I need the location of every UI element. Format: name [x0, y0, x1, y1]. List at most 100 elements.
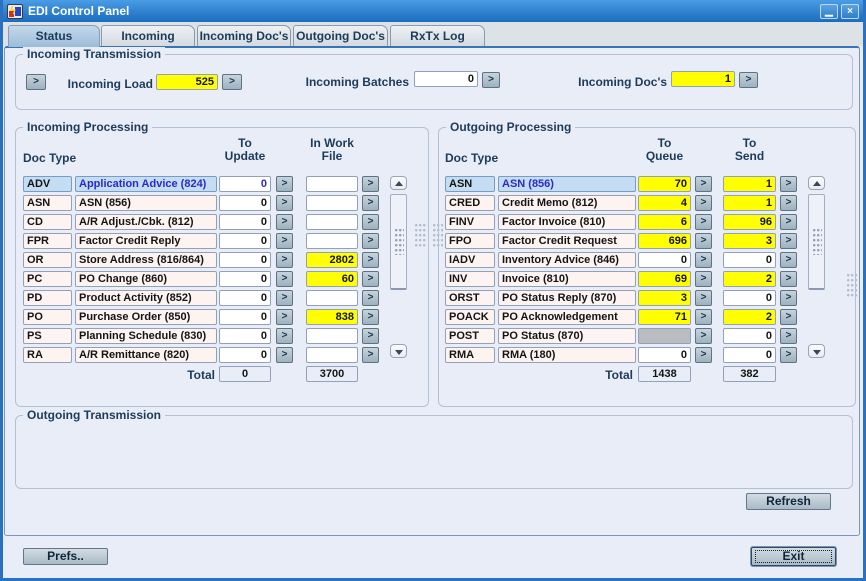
to-send-field[interactable]: 0	[723, 328, 776, 344]
to-send-field[interactable]: 1	[723, 176, 776, 192]
to-update-field[interactable]: 0	[219, 195, 271, 211]
doc-type-code-field[interactable]: PO	[23, 309, 72, 325]
in-work-file-drill-button[interactable]: >	[362, 214, 379, 230]
in-work-file-drill-button[interactable]: >	[362, 290, 379, 306]
to-send-field[interactable]: 96	[723, 214, 776, 230]
to-update-drill-button[interactable]: >	[276, 290, 293, 306]
to-queue-field[interactable]: 69	[638, 271, 691, 287]
to-update-drill-button[interactable]: >	[276, 233, 293, 249]
to-send-drill-button[interactable]: >	[780, 252, 797, 268]
outgoing-scroll-down-button[interactable]	[808, 344, 825, 358]
doc-type-desc-field[interactable]: PO Status (870)	[498, 328, 636, 344]
to-send-field[interactable]: 3	[723, 233, 776, 249]
tab-status[interactable]: Status	[8, 25, 100, 47]
to-queue-field[interactable]: 0	[638, 347, 691, 363]
doc-type-desc-field[interactable]: Invoice (810)	[498, 271, 636, 287]
to-update-drill-button[interactable]: >	[276, 328, 293, 344]
doc-type-code-field[interactable]: POST	[445, 328, 495, 344]
in-work-file-drill-button[interactable]: >	[362, 271, 379, 287]
doc-type-desc-field[interactable]: Credit Memo (812)	[498, 195, 636, 211]
in-work-file-drill-button[interactable]: >	[362, 252, 379, 268]
close-button[interactable]: ×	[841, 4, 859, 19]
in-work-file-field[interactable]: 838	[306, 309, 358, 325]
to-queue-field[interactable]	[638, 328, 691, 344]
to-update-field[interactable]: 0	[219, 252, 271, 268]
tab-rxtx-log[interactable]: RxTx Log	[390, 25, 485, 46]
to-update-drill-button[interactable]: >	[276, 214, 293, 230]
prefs-button[interactable]: Prefs..	[23, 548, 108, 565]
doc-type-code-field[interactable]: PD	[23, 290, 72, 306]
to-send-field[interactable]: 2	[723, 309, 776, 325]
doc-type-desc-field[interactable]: Purchase Order (850)	[75, 309, 217, 325]
title-bar[interactable]: ϟ EDI Control Panel ▁ ×	[3, 0, 863, 22]
outgoing-scroll-up-button[interactable]	[808, 176, 825, 190]
doc-type-desc-field[interactable]: ASN (856)	[498, 176, 636, 192]
to-send-drill-button[interactable]: >	[780, 214, 797, 230]
to-update-drill-button[interactable]: >	[276, 252, 293, 268]
doc-type-code-field[interactable]: POACK	[445, 309, 495, 325]
doc-type-desc-field[interactable]: Inventory Advice (846)	[498, 252, 636, 268]
to-send-drill-button[interactable]: >	[780, 176, 797, 192]
doc-type-desc-field[interactable]: PO Acknowledgement	[498, 309, 636, 325]
in-work-file-field[interactable]	[306, 328, 358, 344]
doc-type-desc-field[interactable]: Factor Credit Reply	[75, 233, 217, 249]
minimize-button[interactable]: ▁	[820, 4, 838, 19]
to-update-field[interactable]: 0	[219, 309, 271, 325]
to-queue-drill-button[interactable]: >	[695, 328, 712, 344]
doc-type-desc-field[interactable]: PO Status Reply (870)	[498, 290, 636, 306]
doc-type-code-field[interactable]: OR	[23, 252, 72, 268]
to-queue-drill-button[interactable]: >	[695, 195, 712, 211]
to-update-drill-button[interactable]: >	[276, 309, 293, 325]
to-queue-field[interactable]: 4	[638, 195, 691, 211]
to-update-field[interactable]: 0	[219, 347, 271, 363]
to-update-field[interactable]: 0	[219, 271, 271, 287]
to-send-field[interactable]: 2	[723, 271, 776, 287]
doc-type-desc-field[interactable]: Factor Credit Request	[498, 233, 636, 249]
to-send-drill-button[interactable]: >	[780, 233, 797, 249]
doc-type-code-field[interactable]: RMA	[445, 347, 495, 363]
to-send-drill-button[interactable]: >	[780, 271, 797, 287]
doc-type-code-field[interactable]: FPR	[23, 233, 72, 249]
to-queue-drill-button[interactable]: >	[695, 309, 712, 325]
doc-type-desc-field[interactable]: Store Address (816/864)	[75, 252, 217, 268]
doc-type-desc-field[interactable]: Product Activity (852)	[75, 290, 217, 306]
in-work-file-field[interactable]	[306, 214, 358, 230]
to-queue-field[interactable]: 71	[638, 309, 691, 325]
to-send-field[interactable]: 1	[723, 195, 776, 211]
doc-type-desc-field[interactable]: A/R Adjust./Cbk. (812)	[75, 214, 217, 230]
doc-type-code-field[interactable]: PS	[23, 328, 72, 344]
to-queue-field[interactable]: 70	[638, 176, 691, 192]
in-work-file-drill-button[interactable]: >	[362, 195, 379, 211]
to-send-drill-button[interactable]: >	[780, 290, 797, 306]
doc-type-code-field[interactable]: INV	[445, 271, 495, 287]
to-queue-drill-button[interactable]: >	[695, 252, 712, 268]
incoming-scroll-thumb[interactable]	[390, 194, 407, 290]
to-queue-drill-button[interactable]: >	[695, 290, 712, 306]
doc-type-code-field[interactable]: ADV	[23, 176, 72, 192]
to-send-field[interactable]: 0	[723, 347, 776, 363]
in-work-file-drill-button[interactable]: >	[362, 233, 379, 249]
to-queue-drill-button[interactable]: >	[695, 233, 712, 249]
incoming-scroll-up-button[interactable]	[390, 176, 407, 190]
in-work-file-field[interactable]	[306, 347, 358, 363]
to-send-field[interactable]: 0	[723, 252, 776, 268]
to-update-field[interactable]: 0	[219, 233, 271, 249]
to-update-field[interactable]: 0	[219, 290, 271, 306]
tab-outgoing-docs[interactable]: Outgoing Doc's	[293, 25, 388, 46]
to-send-drill-button[interactable]: >	[780, 309, 797, 325]
to-update-field[interactable]: 0	[219, 214, 271, 230]
to-send-field[interactable]: 0	[723, 290, 776, 306]
doc-type-code-field[interactable]: CD	[23, 214, 72, 230]
in-work-file-field[interactable]	[306, 176, 358, 192]
in-work-file-field[interactable]	[306, 195, 358, 211]
to-queue-drill-button[interactable]: >	[695, 271, 712, 287]
doc-type-desc-field[interactable]: A/R Remittance (820)	[75, 347, 217, 363]
doc-type-code-field[interactable]: PC	[23, 271, 72, 287]
to-queue-field[interactable]: 6	[638, 214, 691, 230]
in-work-file-field[interactable]	[306, 290, 358, 306]
to-send-drill-button[interactable]: >	[780, 347, 797, 363]
to-queue-field[interactable]: 696	[638, 233, 691, 249]
to-queue-field[interactable]: 3	[638, 290, 691, 306]
doc-type-code-field[interactable]: FINV	[445, 214, 495, 230]
to-send-drill-button[interactable]: >	[780, 328, 797, 344]
